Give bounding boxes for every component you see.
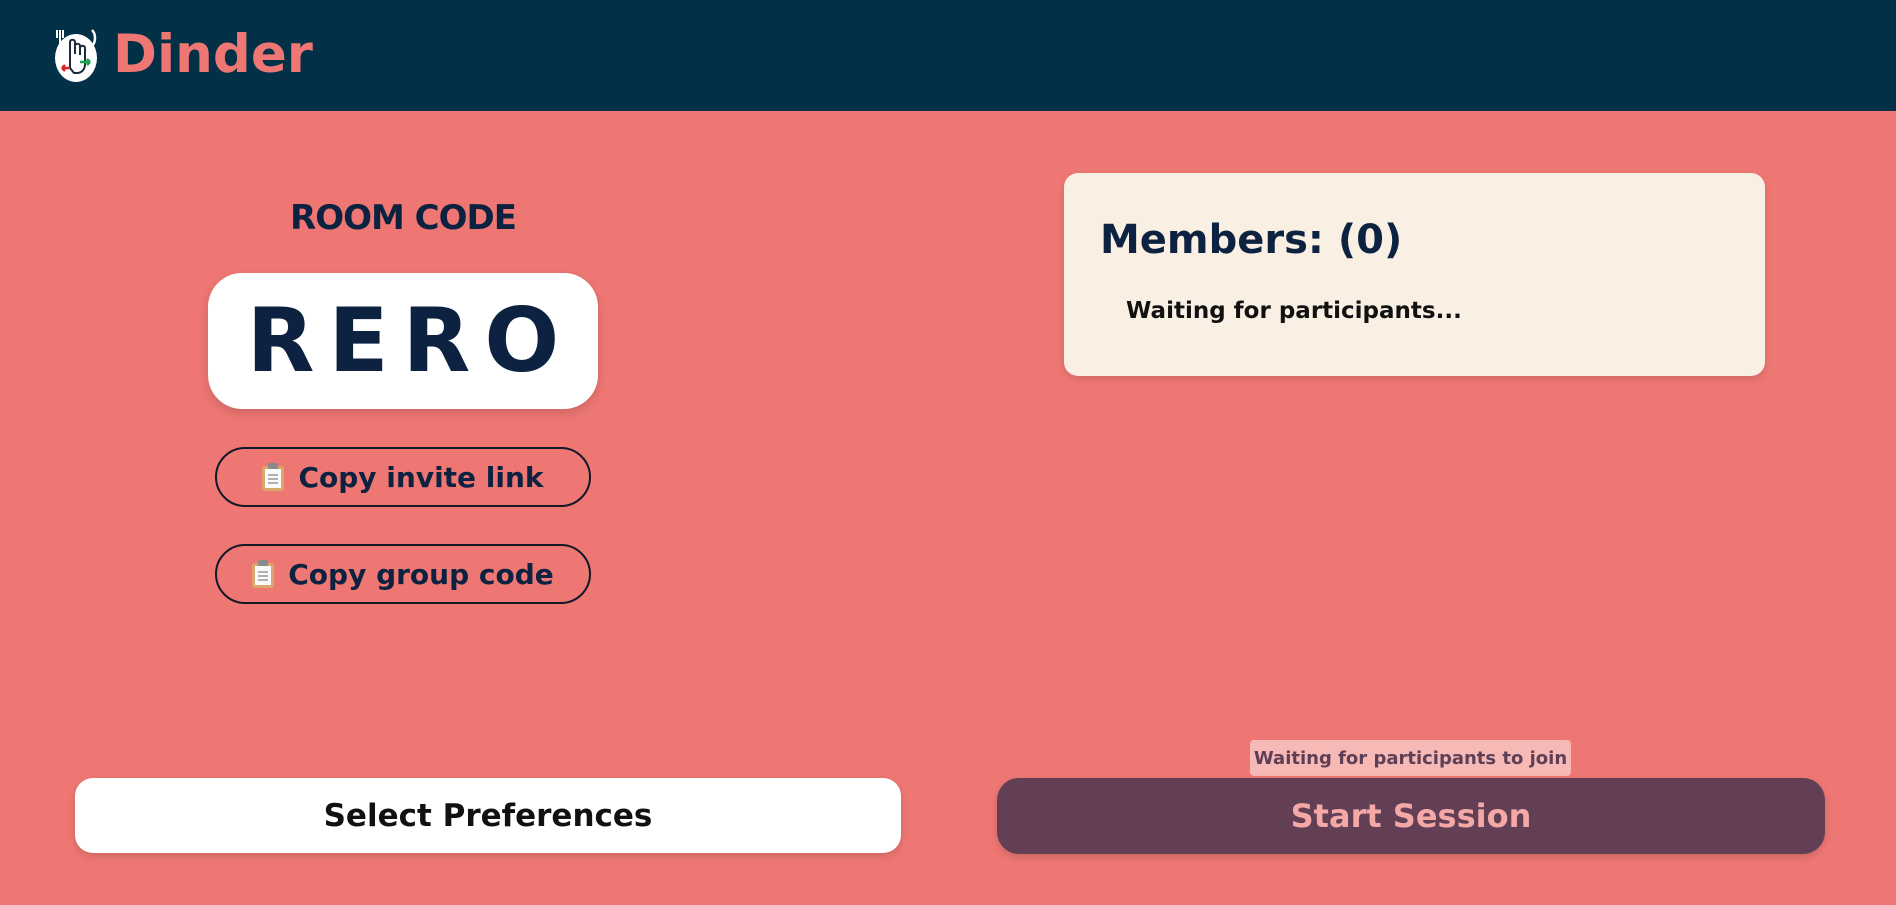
room-code-card: RERO xyxy=(208,273,598,409)
select-preferences-button[interactable]: Select Preferences xyxy=(75,778,901,853)
copy-group-code-label: Copy group code xyxy=(288,557,554,591)
app-header: Dinder xyxy=(0,0,1896,111)
copy-group-code-button[interactable]: Copy group code xyxy=(215,544,591,604)
room-code-value: RERO xyxy=(246,289,574,392)
clipboard-icon xyxy=(262,463,285,491)
clipboard-icon xyxy=(252,560,275,588)
copy-invite-link-label: Copy invite link xyxy=(298,460,544,494)
members-title: Members: (0) xyxy=(1100,217,1403,263)
start-session-button[interactable]: Start Session xyxy=(997,778,1825,854)
hand-swipe-logo-icon[interactable] xyxy=(52,24,100,84)
members-empty-text: Waiting for participants... xyxy=(1126,298,1462,324)
brand-name: Dinder xyxy=(113,24,313,85)
members-card: Members: (0) Waiting for participants... xyxy=(1064,173,1765,376)
copy-invite-link-button[interactable]: Copy invite link xyxy=(215,447,591,507)
start-session-tooltip: Waiting for participants to join xyxy=(1250,740,1571,776)
room-code-label: ROOM CODE xyxy=(290,198,517,238)
